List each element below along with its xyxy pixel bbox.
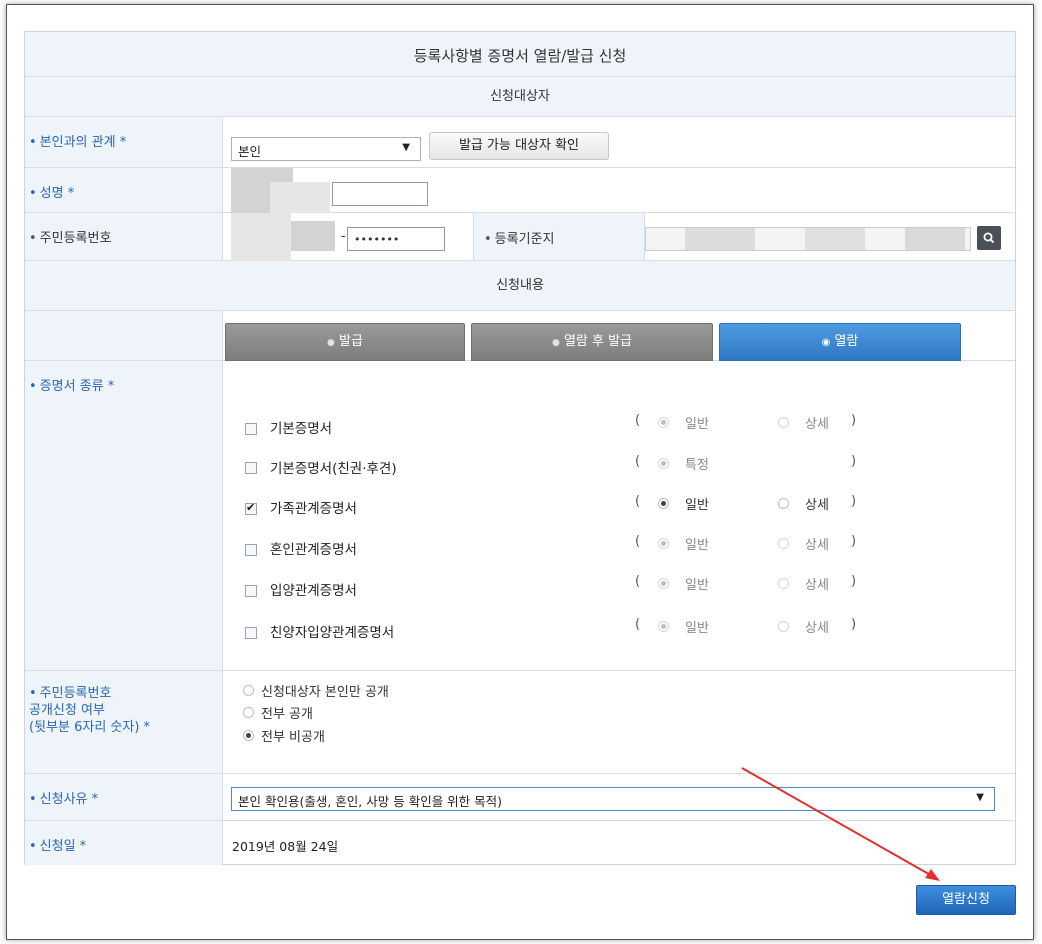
annotation-arrow [741,767,940,881]
submit-view-request-button[interactable]: 열람신청 [916,885,1016,915]
